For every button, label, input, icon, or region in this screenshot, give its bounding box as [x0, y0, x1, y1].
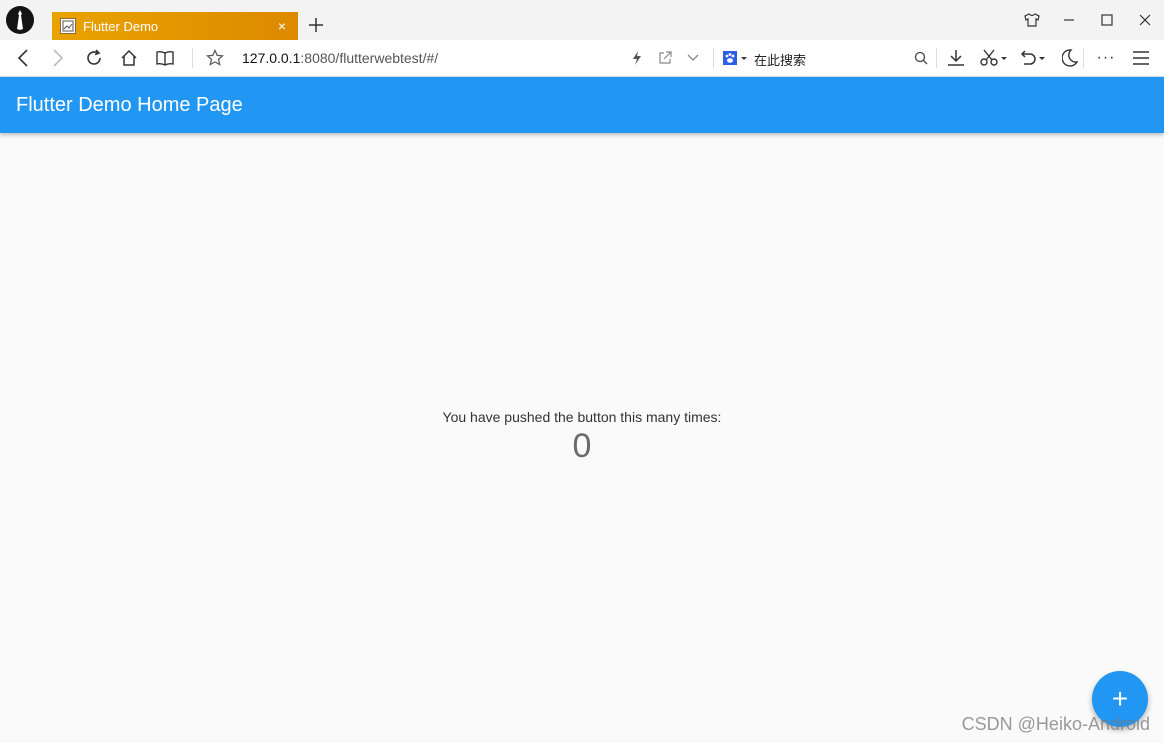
- menu-hamburger-icon[interactable]: [1128, 46, 1154, 70]
- counter-value: 0: [572, 427, 592, 465]
- more-options-glyph: ···: [1096, 49, 1116, 66]
- tab-flutter-demo[interactable]: Flutter Demo ×: [52, 12, 298, 40]
- browser-logo-icon[interactable]: [6, 6, 34, 34]
- close-window-button[interactable]: [1133, 8, 1157, 32]
- chevron-down-icon[interactable]: [680, 46, 706, 70]
- browser-toolbar: 127.0.0.1:8080/flutterwebtest/#/ 在此搜索 ··…: [0, 40, 1164, 77]
- watermark: CSDN @Heiko-Android: [961, 714, 1150, 734]
- bookmark-star-icon[interactable]: [202, 46, 228, 70]
- search-icon[interactable]: [908, 46, 934, 70]
- lightning-icon[interactable]: [624, 46, 650, 70]
- skin-icon[interactable]: [1020, 8, 1044, 32]
- undo-close-icon[interactable]: [1016, 46, 1048, 70]
- screenshot-scissors-icon[interactable]: [978, 46, 1010, 70]
- reading-mode-icon[interactable]: [152, 46, 178, 70]
- more-options-icon[interactable]: ···: [1093, 46, 1119, 70]
- counter-message: You have pushed the button this many tim…: [442, 409, 722, 425]
- toolbar-divider: [192, 48, 193, 68]
- maximize-button[interactable]: [1095, 8, 1119, 32]
- download-icon[interactable]: [943, 46, 969, 70]
- toolbar-divider: [1083, 48, 1084, 68]
- minimize-button[interactable]: [1057, 8, 1081, 32]
- forward-button[interactable]: [45, 46, 71, 70]
- page-favicon-icon: [60, 18, 76, 34]
- app-bar: Flutter Demo Home Page: [0, 77, 1164, 133]
- tab-close-icon[interactable]: ×: [274, 18, 290, 34]
- search-input[interactable]: 在此搜索: [754, 50, 806, 69]
- plus-icon: +: [1111, 683, 1129, 714]
- url-host: 127.0.0.1: [242, 50, 301, 66]
- url-path: :8080/flutterwebtest/#/: [300, 50, 439, 66]
- address-bar[interactable]: 127.0.0.1:8080/flutterwebtest/#/: [242, 50, 438, 66]
- page-title: Flutter Demo Home Page: [16, 94, 243, 116]
- toolbar-divider: [936, 48, 937, 68]
- share-icon[interactable]: [652, 46, 678, 70]
- search-engine-selector[interactable]: [720, 46, 750, 70]
- tab-title: Flutter Demo: [83, 18, 159, 34]
- toolbar-divider: [713, 48, 714, 68]
- home-button[interactable]: [116, 46, 142, 70]
- night-mode-moon-icon[interactable]: [1057, 46, 1083, 70]
- reload-button[interactable]: [81, 46, 107, 70]
- new-tab-button[interactable]: [305, 14, 327, 36]
- back-button[interactable]: [10, 46, 36, 70]
- browser-titlebar: Flutter Demo ×: [0, 0, 1164, 40]
